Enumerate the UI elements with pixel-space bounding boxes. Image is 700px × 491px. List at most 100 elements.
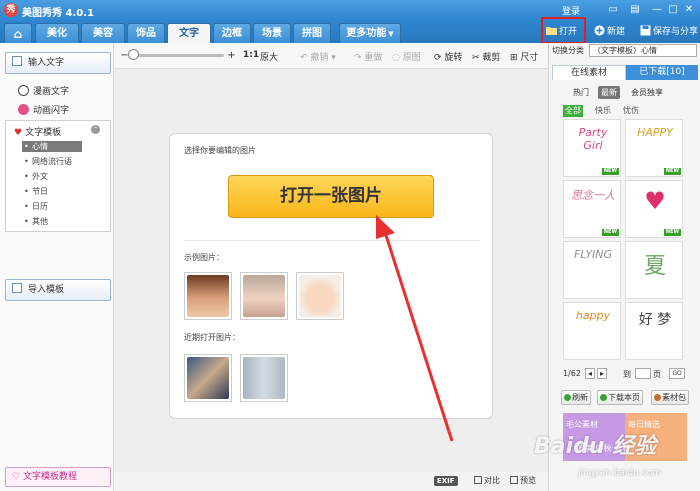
open-button-highlight	[541, 17, 586, 44]
new-label: 新建	[607, 27, 626, 37]
more-features-label: 更多功能	[346, 28, 387, 39]
tab-text[interactable]: 文字	[167, 23, 211, 43]
rotate-icon: ⟳	[434, 53, 442, 63]
input-text-button[interactable]: 输入文字	[5, 52, 111, 74]
material-item[interactable]: HAPPY NEW	[625, 119, 683, 177]
resize-button[interactable]: ⊞ 尺寸	[510, 50, 538, 63]
flash-icon	[18, 104, 29, 115]
import-icon	[12, 283, 22, 293]
tab-border[interactable]: 边框	[213, 23, 251, 43]
category-select[interactable]: 〈文字模板〉心情	[589, 44, 697, 57]
subfilter-sad[interactable]: 忧伤	[621, 105, 641, 117]
goto-label: 到	[623, 370, 631, 379]
text-template-tutorial-button[interactable]: ♡ 文字模板教程	[5, 467, 111, 487]
tab-collage[interactable]: 拼图	[293, 23, 331, 43]
redo-icon: ↷	[354, 53, 362, 63]
material-item[interactable]: Party Girl NEW	[563, 119, 621, 177]
ratio-1to1-button[interactable]: 1:1	[243, 50, 259, 60]
filter-bar: 热门 最新 会员独享	[552, 83, 698, 99]
material-item[interactable]: ♥ NEW	[625, 180, 683, 238]
restore-original-button[interactable]: ◌ 原图	[392, 50, 421, 63]
chat-icon[interactable]: ▭	[606, 3, 620, 17]
app-logo-icon: 秀	[4, 3, 18, 17]
maximize-button[interactable]: □	[666, 3, 680, 17]
material-item[interactable]: 思念一人 NEW	[563, 180, 621, 238]
page-number-input[interactable]	[635, 368, 651, 379]
subfilter-all[interactable]: 全部	[563, 105, 583, 117]
tutorial-label: 文字模板教程	[22, 472, 77, 482]
category-label: 切换分类	[552, 46, 584, 55]
filter-hot[interactable]: 热门	[570, 86, 592, 99]
status-bar: EXIF 对比 预览	[114, 472, 548, 491]
template-header[interactable]: ♥ 文字模板	[14, 125, 61, 138]
tab-more-features[interactable]: 更多功能 ▼	[339, 23, 401, 43]
crop-label: 裁剪	[482, 53, 501, 63]
import-template-button[interactable]: 导入模板	[5, 279, 111, 301]
new-button[interactable]: 新建	[594, 23, 625, 41]
material-art: ♥	[644, 187, 666, 215]
prev-page-icon[interactable]: ◂	[585, 368, 595, 379]
restore-icon: ◌	[392, 53, 400, 63]
next-page-icon[interactable]: ▸	[597, 368, 607, 379]
tab-scene[interactable]: 场景	[253, 23, 291, 43]
crop-button[interactable]: ✂ 裁剪	[472, 50, 500, 63]
new-badge: NEW	[601, 168, 619, 175]
watermark-sub: jingyan.baidu.com	[578, 468, 662, 478]
undo-button[interactable]: ↶ 撤销 ▾	[300, 50, 336, 63]
new-badge: NEW	[601, 229, 619, 236]
skin-icon[interactable]: ▤	[628, 3, 642, 17]
filter-members[interactable]: 会员独享	[628, 86, 666, 99]
template-header-label: 文字模板	[25, 128, 62, 138]
comic-text-item[interactable]: 漫画文字	[18, 84, 69, 97]
template-item-net-slang[interactable]: 网络流行语	[22, 156, 82, 167]
tab-downloaded[interactable]: 已下载[10]	[626, 65, 698, 80]
compare-button[interactable]: 对比	[474, 475, 500, 486]
material-art: 夏	[643, 254, 666, 279]
original-size-button[interactable]: 原大	[260, 50, 278, 63]
go-button[interactable]: GO	[669, 368, 685, 379]
tab-beauty[interactable]: 美容	[81, 23, 125, 43]
filter-newest[interactable]: 最新	[598, 86, 620, 99]
download-page-button[interactable]: 下载本页	[597, 390, 643, 405]
minimize-button[interactable]: —	[650, 3, 664, 17]
rotate-label: 旋转	[444, 53, 463, 63]
zoom-slider-thumb[interactable]	[128, 49, 139, 60]
main-tab-bar: ⌂ 美化 美容 饰品 文字 边框 场景 拼图 更多功能 ▼ 打开 新建 保存与分享	[0, 21, 700, 43]
tab-home[interactable]: ⌂	[4, 23, 32, 43]
compare-icon	[474, 476, 482, 484]
material-item[interactable]: happy	[563, 302, 621, 360]
material-pack-button[interactable]: 素材包	[651, 390, 689, 405]
tab-beautify[interactable]: 美化	[35, 23, 79, 43]
home-icon: ⌂	[13, 27, 23, 41]
login-link[interactable]: 登录	[562, 4, 580, 17]
exif-button[interactable]: EXIF	[434, 476, 458, 486]
tab-online-materials[interactable]: 在线素材	[552, 65, 626, 80]
animated-text-item[interactable]: 动画闪字	[18, 103, 69, 116]
material-item[interactable]: 夏	[625, 241, 683, 299]
chevron-down-icon: ▼	[388, 30, 394, 38]
close-button[interactable]: ✕	[682, 3, 696, 17]
save-share-button[interactable]: 保存与分享	[640, 23, 698, 41]
zoom-in-icon[interactable]: +	[226, 50, 237, 61]
refresh-button[interactable]: 刷新	[561, 390, 591, 405]
new-badge: NEW	[663, 229, 681, 236]
page-label: 页	[653, 370, 661, 379]
template-item-other[interactable]: 其他	[22, 216, 82, 227]
rotate-button[interactable]: ⟳ 旋转	[434, 50, 462, 63]
redo-button[interactable]: ↷ 重做	[354, 50, 382, 63]
save-icon	[640, 25, 651, 36]
plus-icon	[594, 25, 605, 36]
compare-label: 对比	[484, 476, 500, 485]
zoom-slider[interactable]	[134, 54, 224, 57]
template-item-calendar[interactable]: 日历	[22, 201, 82, 212]
material-item[interactable]: FLYING	[563, 241, 621, 299]
save-share-label: 保存与分享	[653, 27, 699, 37]
material-item[interactable]: 好 梦	[625, 302, 683, 360]
template-item-mood[interactable]: 心情	[22, 141, 82, 152]
material-actions: 刷新 下载本页 素材包	[561, 390, 697, 406]
subfilter-happy[interactable]: 快乐	[593, 105, 613, 117]
template-item-foreign[interactable]: 外文	[22, 171, 82, 182]
template-item-holiday[interactable]: 节日	[22, 186, 82, 197]
collapse-icon[interactable]: ⌃	[91, 125, 100, 134]
tab-accessories[interactable]: 饰品	[127, 23, 165, 43]
